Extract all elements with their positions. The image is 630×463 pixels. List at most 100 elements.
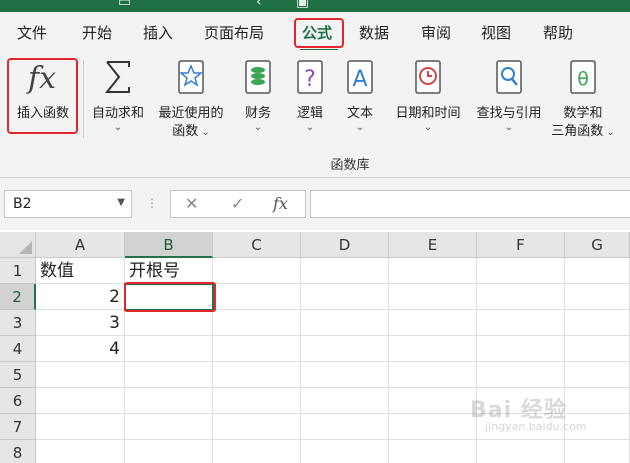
autosum-button[interactable]: 自动求和 ⌄ [86, 58, 150, 133]
row-header-5[interactable]: 5 [0, 362, 36, 388]
grid-cell[interactable] [389, 362, 477, 388]
grid-cell[interactable] [213, 440, 301, 463]
quick-access-icon[interactable]: ▭ [118, 0, 131, 10]
grid-cell[interactable] [125, 362, 213, 388]
grid-cell[interactable] [36, 440, 125, 463]
undo-icon[interactable]: ‹ [256, 0, 262, 10]
recently-used-button[interactable]: 最近使用的 函数 ⌄ [150, 58, 232, 142]
grid-cell[interactable] [565, 440, 630, 463]
grid-cell[interactable] [301, 388, 389, 414]
column-header-d[interactable]: D [301, 232, 389, 258]
grid-cell[interactable] [477, 310, 565, 336]
grid-cell[interactable] [125, 414, 213, 440]
column-header-c[interactable]: C [213, 232, 301, 258]
grid-cell[interactable] [36, 362, 125, 388]
cell-a1[interactable]: 数值 [36, 258, 125, 284]
chevron-down-icon: ⌄ [423, 122, 433, 133]
grid-cell[interactable] [565, 336, 630, 362]
grid-cell[interactable] [301, 362, 389, 388]
grid-cell[interactable] [213, 284, 301, 310]
grid-cell[interactable] [477, 284, 565, 310]
grid-cell[interactable] [389, 388, 477, 414]
math-trig-label-2: 三角函数 [551, 124, 604, 139]
text-button[interactable]: A 文本 ⌄ [338, 58, 382, 133]
grid-cell[interactable] [213, 336, 301, 362]
grid-cell[interactable] [389, 258, 477, 284]
row-header-7[interactable]: 7 [0, 414, 36, 440]
grid-cell[interactable] [125, 336, 213, 362]
tab-data[interactable]: 数据 [359, 22, 389, 43]
financial-button[interactable]: 财务 ⌄ [236, 58, 280, 133]
cell-a4[interactable]: 4 [36, 336, 125, 362]
grid-cell[interactable] [477, 336, 565, 362]
text-label: 文本 [346, 106, 373, 121]
grid-cell[interactable] [477, 258, 565, 284]
grid-cell[interactable] [301, 258, 389, 284]
tab-page-layout[interactable]: 页面布局 [204, 22, 264, 43]
grid-cell[interactable] [301, 336, 389, 362]
grid-cell[interactable] [389, 440, 477, 463]
enter-icon[interactable]: ✓ [231, 194, 244, 213]
column-header-a[interactable]: A [36, 232, 125, 258]
grid-cell[interactable] [301, 284, 389, 310]
cell-b1[interactable]: 开根号 [125, 258, 213, 284]
grid-cell[interactable] [125, 388, 213, 414]
watermark-url: jingyan.baidu.com [485, 420, 587, 433]
grid-cell[interactable] [213, 388, 301, 414]
grid-cell[interactable] [477, 362, 565, 388]
select-all-button[interactable] [0, 232, 36, 258]
grid-cell[interactable] [125, 440, 213, 463]
resize-handle-icon[interactable]: ⋮ [146, 196, 158, 210]
ribbon-tabs: 文件 开始 插入 页面布局 公式 数据 审阅 视图 帮助 [0, 12, 630, 52]
grid-cell[interactable] [389, 284, 477, 310]
grid-cell[interactable] [36, 414, 125, 440]
column-header-e[interactable]: E [389, 232, 477, 258]
grid-cell[interactable] [213, 258, 301, 284]
recently-used-label-2: 函数 [172, 124, 199, 139]
tab-file[interactable]: 文件 [17, 22, 47, 43]
grid-cell[interactable] [389, 336, 477, 362]
grid-cell[interactable] [301, 414, 389, 440]
grid-cell[interactable] [389, 310, 477, 336]
tab-help[interactable]: 帮助 [543, 22, 573, 43]
row-header-1[interactable]: 1 [0, 258, 36, 284]
lookup-reference-button[interactable]: 查找与引用 ⌄ [470, 58, 548, 133]
name-box[interactable]: B2 ▼ [4, 190, 132, 218]
grid-cell[interactable] [565, 310, 630, 336]
grid-cell[interactable] [36, 388, 125, 414]
row-header-3[interactable]: 3 [0, 310, 36, 336]
grid-cell[interactable] [565, 388, 630, 414]
logical-button[interactable]: ? 逻辑 ⌄ [288, 58, 332, 133]
date-time-button[interactable]: 日期和时间 ⌄ [386, 58, 470, 133]
insert-function-icon[interactable]: fx [273, 194, 288, 213]
grid-cell[interactable] [213, 362, 301, 388]
grid-cell[interactable] [301, 440, 389, 463]
column-header-g[interactable]: G [565, 232, 630, 258]
grid-cell[interactable] [565, 362, 630, 388]
grid-cell[interactable] [477, 440, 565, 463]
grid-cell[interactable] [389, 414, 477, 440]
grid-cell[interactable] [565, 284, 630, 310]
grid-cell[interactable] [301, 310, 389, 336]
row-header-4[interactable]: 4 [0, 336, 36, 362]
row-header-8[interactable]: 8 [0, 440, 36, 463]
cell-a3[interactable]: 3 [36, 310, 125, 336]
cancel-icon[interactable]: ✕ [185, 194, 198, 213]
formula-input[interactable] [310, 190, 630, 218]
grid-cell[interactable] [213, 414, 301, 440]
grid-cell[interactable] [125, 310, 213, 336]
grid-cell[interactable] [213, 310, 301, 336]
tab-insert[interactable]: 插入 [143, 22, 173, 43]
column-header-f[interactable]: F [477, 232, 565, 258]
tab-view[interactable]: 视图 [481, 22, 511, 43]
tab-home[interactable]: 开始 [82, 22, 112, 43]
cell-a2[interactable]: 2 [36, 284, 125, 310]
grid-cell[interactable] [565, 258, 630, 284]
math-trig-button[interactable]: θ 数学和 三角函数 ⌄ [548, 58, 618, 142]
row-header-2[interactable]: 2 [0, 284, 36, 310]
chevron-down-icon[interactable]: ▼ [117, 197, 125, 208]
row-header-6[interactable]: 6 [0, 388, 36, 414]
tab-review[interactable]: 审阅 [421, 22, 451, 43]
save-icon[interactable]: ▣ [296, 0, 309, 10]
column-header-b[interactable]: B [125, 232, 213, 258]
